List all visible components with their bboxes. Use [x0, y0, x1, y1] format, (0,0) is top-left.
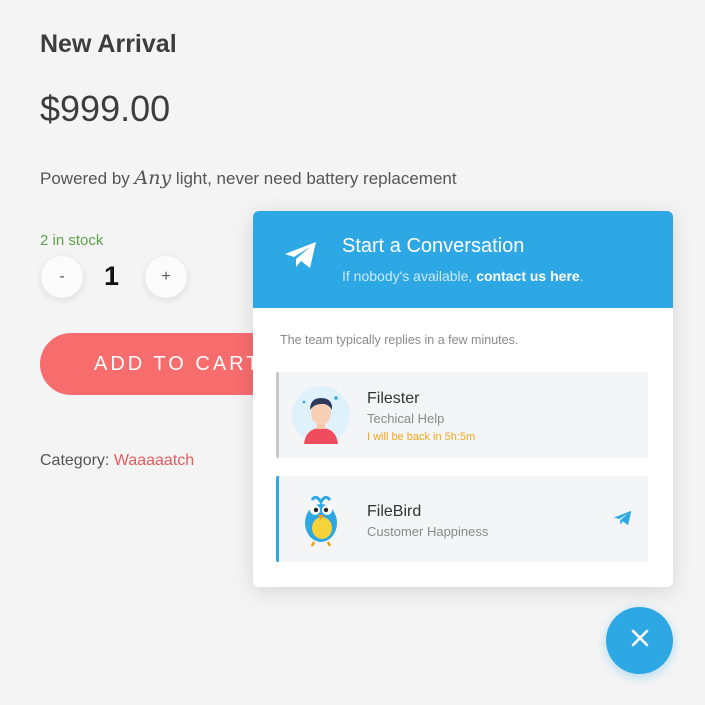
person-avatar	[292, 386, 350, 444]
close-icon	[630, 628, 650, 653]
telegram-plane-icon[interactable]	[613, 509, 633, 532]
stock-status: 2 in stock	[40, 232, 104, 249]
agent-card-filebird[interactable]: FileBird Customer Happiness	[276, 476, 648, 562]
description-emphasis: Any	[134, 167, 172, 189]
product-title: New Arrival	[40, 30, 177, 58]
category-link[interactable]: Waaaaatch	[114, 452, 194, 469]
description-text-end: light, never need battery replacement	[171, 169, 457, 188]
agent-role: Techical Help	[367, 411, 445, 426]
contact-us-link[interactable]: contact us here	[476, 268, 579, 284]
chat-subtitle: If nobody's available, contact us here.	[342, 268, 584, 284]
chat-subtitle-end: .	[579, 268, 584, 284]
close-chat-button[interactable]	[606, 607, 673, 674]
agent-name: Filester	[367, 390, 420, 407]
product-price: $999.00	[40, 88, 171, 129]
telegram-plane-icon	[283, 239, 319, 276]
category-label: Category:	[40, 452, 114, 469]
agent-name: FileBird	[367, 503, 422, 520]
chat-widget-panel: Start a Conversation If nobody's availab…	[253, 211, 673, 587]
chat-title: Start a Conversation	[342, 235, 525, 257]
description-text: Powered by	[40, 169, 135, 188]
chat-header: Start a Conversation If nobody's availab…	[253, 211, 673, 308]
reply-time-note: The team typically replies in a few minu…	[280, 333, 519, 347]
agent-card-filester[interactable]: Filester Techical Help I will be back in…	[276, 372, 648, 458]
product-category: Category: Waaaaatch	[40, 452, 194, 470]
quantity-increase-button[interactable]: +	[145, 256, 187, 298]
bird-avatar	[292, 490, 350, 548]
chat-subtitle-text: If nobody's available,	[342, 268, 477, 284]
product-description: Powered by Any light, never need battery…	[40, 167, 457, 189]
quantity-decrease-button[interactable]: -	[41, 256, 83, 298]
agent-role: Customer Happiness	[367, 524, 489, 539]
agent-status: I will be back in 5h:5m	[367, 431, 476, 443]
quantity-value[interactable]: 1	[104, 261, 119, 292]
